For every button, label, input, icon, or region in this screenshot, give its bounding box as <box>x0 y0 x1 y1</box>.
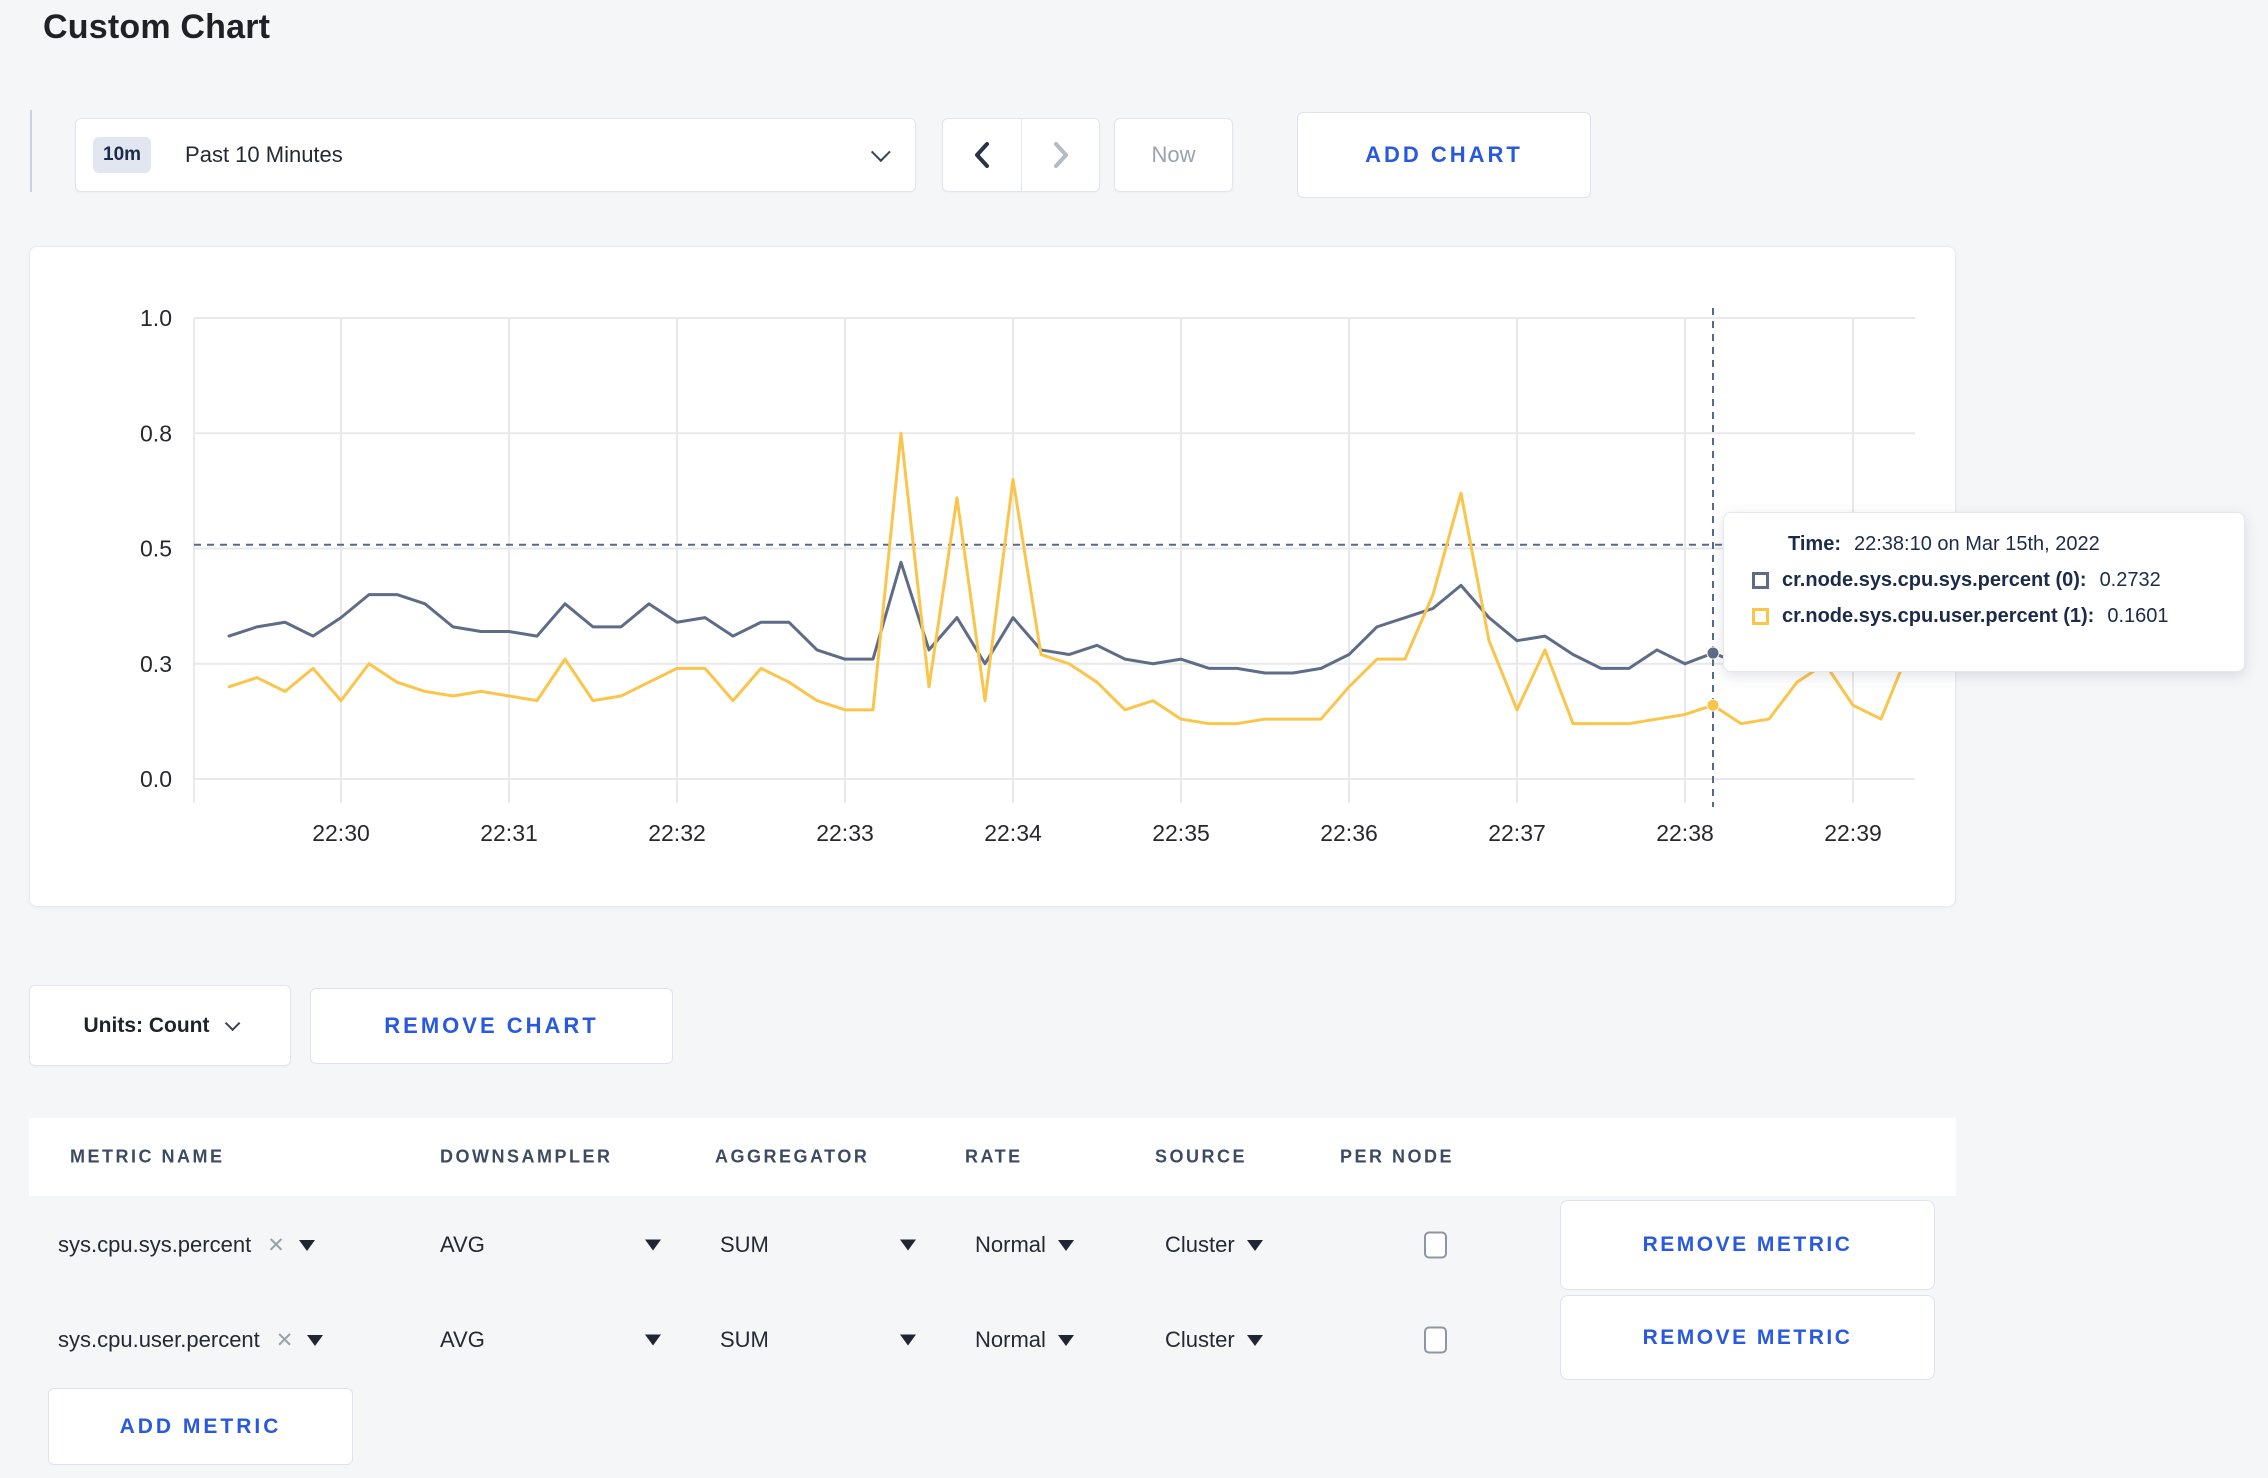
source-select[interactable]: Cluster <box>1165 1232 1263 1258</box>
dropdown-arrow-icon[interactable] <box>900 1239 916 1251</box>
column-header-per-node: PER NODE <box>1340 1146 1455 1167</box>
time-range-label: Past 10 Minutes <box>185 142 343 167</box>
downsampler-select[interactable]: AVG <box>440 1232 485 1258</box>
time-next-button[interactable] <box>1021 119 1099 191</box>
metric-name-select[interactable]: sys.cpu.user.percent ✕ <box>58 1327 324 1353</box>
metrics-table-header: METRIC NAME DOWNSAMPLER AGGREGATOR RATE … <box>29 1118 1956 1196</box>
dropdown-arrow-icon <box>298 1239 315 1251</box>
downsampler-select[interactable]: AVG <box>440 1327 485 1353</box>
aggregator-select[interactable]: SUM <box>720 1327 769 1353</box>
add-metric-button[interactable]: ADD METRIC <box>48 1388 353 1465</box>
column-header-source: SOURCE <box>1155 1146 1248 1167</box>
page-title: Custom Chart <box>43 8 271 46</box>
chevron-right-icon <box>1053 142 1068 168</box>
dropdown-arrow-icon[interactable] <box>645 1334 661 1346</box>
remove-chart-button[interactable]: REMOVE CHART <box>310 988 673 1064</box>
time-range-badge: 10m <box>93 137 152 173</box>
svg-text:22:33: 22:33 <box>816 820 874 846</box>
tooltip-series-user-value: 0.1601 <box>2107 605 2169 627</box>
svg-text:0.3: 0.3 <box>140 651 172 677</box>
column-header-metric-name: METRIC NAME <box>70 1146 225 1167</box>
tooltip-time-value: 22:38:10 on Mar 15th, 2022 <box>1853 533 2100 555</box>
aggregator-select[interactable]: SUM <box>720 1232 769 1258</box>
svg-text:0.5: 0.5 <box>140 536 172 562</box>
svg-text:0.8: 0.8 <box>140 420 172 446</box>
rate-select[interactable]: Normal <box>975 1327 1074 1353</box>
svg-text:22:35: 22:35 <box>1152 820 1210 846</box>
chart-tooltip: Time: 22:38:10 on Mar 15th, 2022 cr.node… <box>1723 512 2245 672</box>
tooltip-series-user-label: cr.node.sys.cpu.user.percent (1): <box>1782 605 2095 627</box>
now-button[interactable]: Now <box>1114 118 1233 192</box>
clear-metric-icon[interactable]: ✕ <box>276 1328 294 1353</box>
metric-name-value: sys.cpu.sys.percent <box>58 1232 252 1257</box>
metric-name-value: sys.cpu.user.percent <box>58 1327 260 1352</box>
series-user-swatch-icon <box>1752 608 1769 625</box>
remove-metric-button[interactable]: REMOVE METRIC <box>1560 1200 1935 1290</box>
chart-panel: 0.0 0.3 0.5 0.8 1.0 22:30 22:31 22:32 22:33 22:34… <box>29 246 1956 907</box>
svg-text:22:34: 22:34 <box>984 820 1042 846</box>
cpu-usage-chart[interactable]: 0.0 0.3 0.5 0.8 1.0 22:30 22:31 22:32 22:33 22:34… <box>30 247 1957 908</box>
svg-text:22:38: 22:38 <box>1656 820 1714 846</box>
series-sys-swatch-icon <box>1752 572 1769 589</box>
column-header-rate: RATE <box>965 1146 1023 1167</box>
source-value: Cluster <box>1165 1327 1235 1352</box>
svg-text:0.0: 0.0 <box>140 766 172 792</box>
svg-text:22:30: 22:30 <box>312 820 370 846</box>
units-dropdown[interactable]: Units: Count <box>29 985 291 1066</box>
time-range-dropdown[interactable]: 10m Past 10 Minutes <box>75 118 916 192</box>
svg-text:22:37: 22:37 <box>1488 820 1546 846</box>
tooltip-series-sys-value: 0.2732 <box>2099 569 2161 591</box>
dropdown-arrow-icon <box>307 1334 324 1346</box>
metric-name-select[interactable]: sys.cpu.sys.percent ✕ <box>58 1232 315 1258</box>
dropdown-arrow-icon <box>1057 1239 1074 1251</box>
time-nav-group <box>942 118 1100 192</box>
column-header-downsampler: DOWNSAMPLER <box>440 1146 613 1167</box>
svg-text:22:39: 22:39 <box>1824 820 1882 846</box>
table-row: sys.cpu.user.percent ✕ AVG SUM Normal Cl… <box>29 1295 1956 1385</box>
clear-metric-icon[interactable]: ✕ <box>267 1233 285 1258</box>
per-node-checkbox[interactable] <box>1424 1231 1447 1259</box>
source-select[interactable]: Cluster <box>1165 1327 1263 1353</box>
dropdown-arrow-icon[interactable] <box>645 1239 661 1251</box>
dropdown-arrow-icon[interactable] <box>900 1334 916 1346</box>
tooltip-time-label: Time: <box>1788 533 1841 555</box>
per-node-checkbox[interactable] <box>1424 1326 1447 1354</box>
chevron-down-icon <box>225 1015 241 1032</box>
svg-text:1.0: 1.0 <box>140 305 172 331</box>
chevron-down-icon <box>870 142 891 163</box>
column-header-aggregator: AGGREGATOR <box>715 1146 870 1167</box>
tooltip-series-sys-label: cr.node.sys.cpu.sys.percent (0): <box>1782 569 2087 591</box>
remove-metric-button[interactable]: REMOVE METRIC <box>1560 1295 1935 1380</box>
time-prev-button[interactable] <box>943 119 1021 191</box>
svg-text:22:36: 22:36 <box>1320 820 1378 846</box>
svg-text:22:32: 22:32 <box>648 820 706 846</box>
chevron-left-icon <box>975 142 989 168</box>
svg-text:22:31: 22:31 <box>480 820 538 846</box>
add-chart-button[interactable]: ADD CHART <box>1297 112 1591 198</box>
dropdown-arrow-icon <box>1246 1239 1263 1251</box>
source-value: Cluster <box>1165 1232 1235 1257</box>
rate-value: Normal <box>975 1232 1046 1257</box>
dropdown-arrow-icon <box>1246 1334 1263 1346</box>
rate-select[interactable]: Normal <box>975 1232 1074 1258</box>
dropdown-arrow-icon <box>1057 1334 1074 1346</box>
units-label: Units: Count <box>83 1013 210 1037</box>
table-row: sys.cpu.sys.percent ✕ AVG SUM Normal Clu… <box>29 1200 1956 1290</box>
rate-value: Normal <box>975 1327 1046 1352</box>
toolbar-left-divider <box>30 110 32 192</box>
